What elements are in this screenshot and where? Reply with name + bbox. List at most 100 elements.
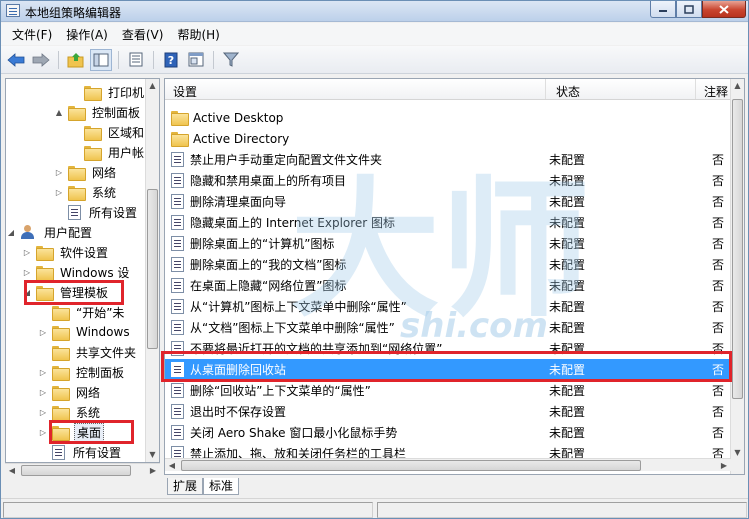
list-row[interactable]: 删除桌面上的“计算机”图标 未配置 否 xyxy=(165,233,731,254)
tab-extended[interactable]: 扩展 xyxy=(167,478,204,495)
scroll-right-arrow-icon[interactable]: ▶ xyxy=(717,459,731,472)
tree-item[interactable]: ▷ 控制面板 xyxy=(38,362,126,382)
policy-setting-icon xyxy=(171,320,184,335)
show-hide-tree-button[interactable] xyxy=(90,48,112,71)
filter-button[interactable] xyxy=(220,49,242,71)
column-note[interactable]: 注释 xyxy=(704,83,728,100)
help-button[interactable]: ? xyxy=(160,49,182,71)
folder-icon xyxy=(84,145,102,161)
forward-button[interactable] xyxy=(30,49,52,71)
tree-item[interactable]: ▷ 网络 xyxy=(54,162,118,182)
minimize-button[interactable] xyxy=(650,1,676,18)
expander-icon[interactable]: ▷ xyxy=(38,408,48,417)
list-row[interactable]: 在桌面上隐藏“网络位置”图标 未配置 否 xyxy=(165,275,731,296)
expander-icon[interactable]: ◢ xyxy=(22,288,32,297)
list-row[interactable]: 删除“回收站”上下文菜单的“属性” 未配置 否 xyxy=(165,380,731,401)
export-list-button[interactable] xyxy=(125,49,147,71)
scroll-down-arrow-icon[interactable]: ▼ xyxy=(731,446,744,460)
list-row[interactable]: Active Desktop xyxy=(165,107,731,128)
tree-item[interactable]: ◢ 管理模板 xyxy=(22,282,110,302)
maximize-button[interactable] xyxy=(676,1,702,18)
list-horizontal-scrollbar[interactable]: ◀ ▶ xyxy=(165,458,731,471)
list-row[interactable]: 删除桌面上的“我的文档”图标 未配置 否 xyxy=(165,254,731,275)
setting-note: 否 xyxy=(712,153,725,167)
scroll-up-arrow-icon[interactable]: ▲ xyxy=(731,79,744,93)
scroll-left-arrow-icon[interactable]: ◀ xyxy=(5,464,19,477)
tree-hscroll-thumb[interactable] xyxy=(21,465,131,476)
expander-icon[interactable]: ▷ xyxy=(38,388,48,397)
scroll-right-arrow-icon[interactable]: ▶ xyxy=(146,464,160,477)
list-row[interactable]: 关闭 Aero Shake 窗口最小化鼠标手势 未配置 否 xyxy=(165,422,731,443)
expander-icon[interactable]: ▲ xyxy=(54,108,64,117)
list-scroll-thumb[interactable] xyxy=(732,99,743,399)
scroll-up-arrow-icon[interactable]: ▲ xyxy=(146,79,159,93)
menu-file[interactable]: 文件(F) xyxy=(5,26,59,43)
menu-view[interactable]: 查看(V) xyxy=(115,26,171,43)
expander-icon[interactable]: ▷ xyxy=(54,168,64,177)
filter-icon xyxy=(223,52,239,67)
tree-item[interactable]: ▷ Windows 设 xyxy=(22,262,131,282)
tree-item[interactable]: ▷ 桌面 xyxy=(38,422,105,442)
expander-icon[interactable]: ▷ xyxy=(22,268,32,277)
tree-item[interactable]: 用户帐 xyxy=(70,142,146,162)
list-row[interactable]: 从桌面删除回收站 未配置 否 xyxy=(165,359,731,380)
list-vertical-scrollbar[interactable]: ▲ ▼ xyxy=(730,79,744,474)
tree-item[interactable]: ▷ 软件设置 xyxy=(22,242,110,262)
list-row[interactable]: 隐藏桌面上的 Internet Explorer 图标 未配置 否 xyxy=(165,212,731,233)
title-bar: 本地组策略编辑器 xyxy=(1,1,748,22)
tree-item[interactable]: 区域和 xyxy=(70,122,146,142)
tree-item[interactable]: 所有设置 xyxy=(54,202,139,222)
tree-horizontal-scrollbar[interactable]: ◀ ▶ xyxy=(5,463,160,476)
list-row[interactable]: Active Directory xyxy=(165,128,731,149)
list-row[interactable]: 不要将最近打开的文档的共享添加到“网络位置” 未配置 否 xyxy=(165,338,731,359)
folder-icon xyxy=(52,365,70,381)
list-row[interactable]: 从“文档”图标上下文菜单中删除“属性” 未配置 否 xyxy=(165,317,731,338)
up-folder-button[interactable] xyxy=(65,49,87,71)
expander-icon[interactable]: ▷ xyxy=(22,248,32,257)
setting-state: 未配置 xyxy=(549,405,586,419)
tree-pane[interactable]: 打印机 ▲ 控制面板 区域和 用户帐 ▷ 网络 ▷ 系统 所有设置 ◢ 用户配置 ▷ 软件设置 ▷ Windo… xyxy=(5,78,160,463)
expander-icon[interactable]: ◢ xyxy=(6,228,16,237)
help-icon: ? xyxy=(164,52,178,67)
scroll-down-arrow-icon[interactable]: ▼ xyxy=(146,448,159,462)
tree-item[interactable]: 所有设置 xyxy=(38,442,123,462)
folder-icon xyxy=(68,185,86,201)
list-row[interactable]: 删除清理桌面向导 未配置 否 xyxy=(165,191,731,212)
tree-item[interactable]: ◢ 用户配置 xyxy=(6,222,94,242)
expander-icon[interactable]: ▷ xyxy=(38,328,48,337)
tree-item[interactable]: 打印机 xyxy=(70,82,146,102)
tree-item[interactable]: 共享文件夹 xyxy=(38,342,138,362)
tree-item[interactable]: ▷ Windows xyxy=(38,322,132,342)
menu-action[interactable]: 操作(A) xyxy=(59,26,115,43)
column-setting[interactable]: 设置 xyxy=(173,83,197,100)
tree-item-label: 网络 xyxy=(76,385,101,400)
column-divider[interactable] xyxy=(545,79,546,99)
tree-item[interactable]: ▷ 网络 xyxy=(38,382,102,402)
list-hscroll-thumb[interactable] xyxy=(181,460,641,471)
expander-icon[interactable]: ▷ xyxy=(38,428,48,437)
column-state[interactable]: 状态 xyxy=(556,83,580,100)
list-row[interactable]: 隐藏和禁用桌面上的所有项目 未配置 否 xyxy=(165,170,731,191)
tab-standard[interactable]: 标准 xyxy=(203,478,240,495)
setting-name: 隐藏和禁用桌面上的所有项目 xyxy=(190,174,347,188)
tree-item[interactable]: “开始”未 xyxy=(38,302,126,322)
expander-icon[interactable]: ▷ xyxy=(54,188,64,197)
settings-list-pane[interactable]: 设置 状态 注释 Active Desktop Active Directory 禁… xyxy=(164,78,745,475)
list-row[interactable]: 禁止用户手动重定向配置文件文件夹 未配置 否 xyxy=(165,149,731,170)
tree-vertical-scrollbar[interactable]: ▲ ▼ xyxy=(145,79,159,462)
list-row[interactable]: 退出时不保存设置 未配置 否 xyxy=(165,401,731,422)
tree-item[interactable]: ▷ 系统 xyxy=(38,402,102,422)
list-row[interactable]: 从“计算机”图标上下文菜单中删除“属性” 未配置 否 xyxy=(165,296,731,317)
tree-item[interactable]: ▲ 控制面板 xyxy=(54,102,142,122)
tree-scroll-thumb[interactable] xyxy=(147,189,158,349)
properties-button[interactable] xyxy=(185,49,207,71)
close-button[interactable] xyxy=(702,1,746,18)
folder-icon xyxy=(52,425,70,441)
tree-item[interactable]: ▷ 系统 xyxy=(54,182,118,202)
scroll-left-arrow-icon[interactable]: ◀ xyxy=(165,459,179,472)
back-button[interactable] xyxy=(5,49,27,71)
menu-help[interactable]: 帮助(H) xyxy=(170,26,226,43)
expander-icon[interactable]: ▷ xyxy=(38,368,48,377)
column-divider[interactable] xyxy=(695,79,696,99)
toolbar-separator xyxy=(213,50,214,69)
